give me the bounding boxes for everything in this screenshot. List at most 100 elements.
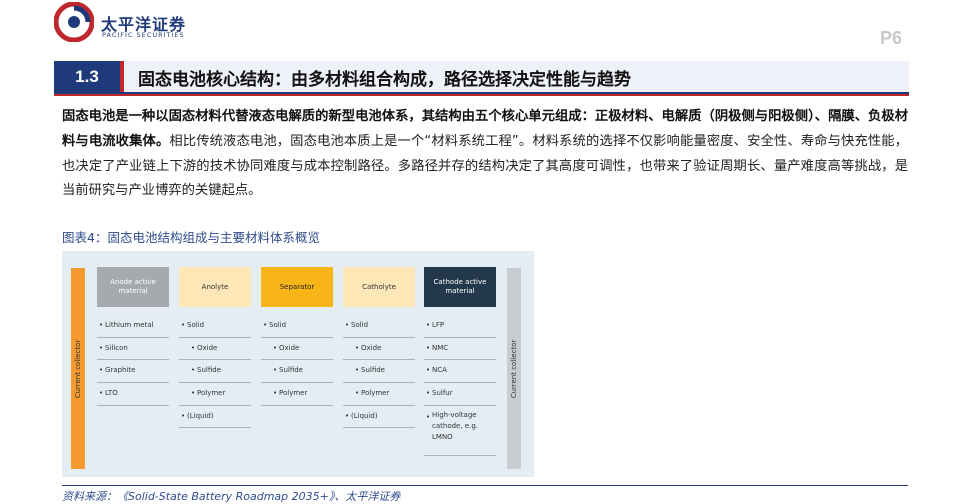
bullet-icon: •	[345, 411, 350, 420]
brand-name-en: PACIFIC SECURITIES	[102, 31, 185, 39]
material-item: • Oxide	[179, 338, 251, 361]
material-item: • Sulfide	[179, 360, 251, 384]
paragraph-rest: 相比传统液态电池，固态电池本质上是一个“材料系统工程”。材料系统的选择不仅影响能…	[62, 133, 909, 199]
material-item: • NCA	[424, 360, 496, 384]
material-item-label: Lithium metal	[105, 321, 154, 329]
material-item: • Polymer	[179, 383, 251, 406]
material-item-label: Oxide	[361, 343, 382, 352]
pacific-securities-logo-icon	[54, 2, 94, 42]
current-collector-left: Current collector	[71, 268, 85, 469]
material-item-label: Sulfide	[279, 366, 303, 375]
bullet-icon: •	[181, 411, 186, 420]
material-item: • Solid	[343, 315, 415, 338]
material-item-label: Solid	[269, 321, 287, 329]
material-item: • High-voltage cathode, e.g. LMNO	[424, 406, 496, 456]
material-item-label: Polymer	[361, 389, 390, 398]
material-item: • Solid	[179, 315, 251, 338]
bullet-icon: •	[426, 343, 431, 352]
material-list: • Solid • Oxide • Sulfide • Polymer	[261, 315, 333, 406]
material-item: • Graphite	[97, 360, 169, 384]
material-item: • LFP	[424, 315, 496, 338]
material-item-label: Sulfide	[361, 366, 385, 375]
material-item: • Solid	[261, 315, 333, 338]
material-column-3: Separator • Solid • Oxide • Sulfide • Polymer	[261, 267, 333, 406]
bullet-icon: •	[191, 389, 196, 398]
material-item-label: (Liquid)	[187, 411, 214, 420]
material-column-4: Catholyte • Solid • Oxide • Sulfide • Polymer • (L…	[343, 267, 415, 429]
bullet-icon: •	[191, 366, 196, 375]
section-number: 1.3	[54, 61, 120, 92]
column-header: Catholyte	[343, 267, 415, 307]
section-header: 1.3 固态电池核心结构：由多材料组合构成，路径选择决定性能与趋势	[54, 61, 909, 94]
material-item: • (Liquid)	[343, 406, 415, 429]
current-collector-right-label: Current collector	[510, 339, 518, 398]
material-item: • Sulfur	[424, 383, 496, 406]
material-column-5: Cathode active material • LFP • NMC • NCA • Sulf…	[424, 267, 496, 456]
material-item-label: Oxide	[197, 343, 218, 352]
column-header: Separator	[261, 267, 333, 307]
page-number: P6	[879, 28, 902, 48]
material-item-label: (Liquid)	[351, 411, 378, 420]
material-item: • NMC	[424, 338, 496, 361]
material-list: • LFP • NMC • NCA • Sulfur • High-voltage cathode…	[424, 315, 496, 456]
bullet-icon: •	[426, 366, 431, 375]
material-item-label: Solid	[187, 321, 205, 329]
material-list: • Lithium metal • Silicon • Graphite • LTO	[97, 315, 169, 406]
material-item-label: Oxide	[279, 343, 300, 352]
material-item-label: LTO	[105, 389, 118, 398]
material-item-label: Polymer	[197, 389, 226, 398]
material-item-label: LFP	[432, 321, 445, 329]
bullet-icon: •	[99, 343, 104, 352]
material-item-label: NCA	[432, 366, 447, 375]
material-item: • Lithium metal	[97, 315, 169, 338]
body-paragraph: 固态电池是一种以固态材料代替液态电解质的新型电池体系，其结构由五个核心单元组成：…	[62, 105, 908, 204]
bullet-icon: •	[99, 389, 104, 398]
bullet-icon: •	[263, 321, 268, 329]
material-item-label: Solid	[351, 321, 369, 329]
bullet-icon: •	[355, 343, 360, 352]
bullet-icon: •	[355, 389, 360, 398]
material-item: • (Liquid)	[179, 406, 251, 429]
bullet-icon: •	[273, 389, 278, 398]
material-item-label: Silicon	[105, 343, 128, 352]
material-item: • Sulfide	[261, 360, 333, 384]
material-item: • Oxide	[261, 338, 333, 361]
section-title: 固态电池核心结构：由多材料组合构成，路径选择决定性能与趋势	[138, 70, 631, 90]
material-column-2: Anolyte • Solid • Oxide • Sulfide • Polymer • (Liq…	[179, 267, 251, 429]
bullet-icon: •	[99, 366, 104, 375]
section-accent	[120, 61, 124, 92]
bullet-icon: •	[426, 412, 431, 421]
material-item: • Oxide	[343, 338, 415, 361]
bullet-icon: •	[426, 389, 431, 398]
source-note: 资料来源：《Solid-State Battery Roadmap 2035+》…	[62, 485, 908, 504]
bullet-icon: •	[426, 321, 431, 329]
bullet-icon: •	[345, 321, 350, 329]
current-collector-left-label: Current collector	[74, 339, 82, 398]
material-item-label: High-voltage cathode, e.g. LMNO	[432, 410, 479, 441]
bullet-icon: •	[355, 366, 360, 375]
column-header: Anode active material	[97, 267, 169, 307]
bullet-icon: •	[99, 321, 104, 329]
battery-structure-figure: Current collector Current collector Anod…	[62, 251, 534, 477]
material-item-label: Polymer	[279, 389, 308, 398]
figure-caption: 图表4：固态电池结构组成与主要材料体系概览	[62, 230, 320, 245]
bullet-icon: •	[273, 366, 278, 375]
bullet-icon: •	[273, 343, 278, 352]
column-header: Cathode active material	[424, 267, 496, 307]
material-item: • Silicon	[97, 338, 169, 361]
material-item: • Polymer	[261, 383, 333, 406]
material-list: • Solid • Oxide • Sulfide • Polymer • (Liquid)	[179, 315, 251, 429]
column-header: Anolyte	[179, 267, 251, 307]
material-list: • Solid • Oxide • Sulfide • Polymer • (Liquid)	[343, 315, 415, 429]
material-column-1: Anode active material • Lithium metal • Sili…	[97, 267, 169, 406]
bullet-icon: •	[181, 321, 186, 329]
material-item: • LTO	[97, 383, 169, 406]
material-item-label: Graphite	[105, 366, 136, 375]
current-collector-right: Current collector	[507, 268, 521, 469]
section-divider	[54, 94, 909, 96]
material-item-label: NMC	[432, 343, 449, 352]
material-item: • Sulfide	[343, 360, 415, 384]
bullet-icon: •	[191, 343, 196, 352]
material-item-label: Sulfur	[432, 389, 453, 398]
material-item: • Polymer	[343, 383, 415, 406]
